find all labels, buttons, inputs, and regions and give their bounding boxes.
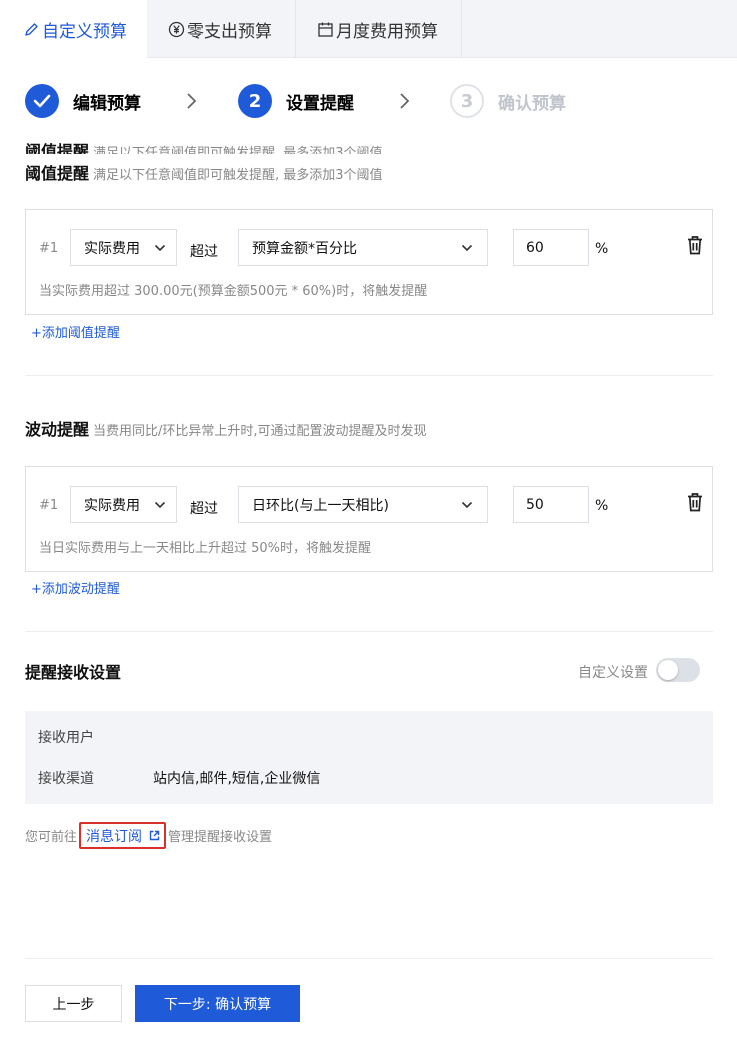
next-step-button[interactable]: 下一步: 确认预算: [135, 985, 300, 1022]
percent-input[interactable]: 50: [513, 486, 589, 523]
chevron-down-icon: [461, 244, 473, 252]
divider: [25, 375, 713, 376]
threshold-rule-card: #1 实际费用 超过 预算金额*百分比 60 % 当实际费用超过 300.00元…: [25, 209, 713, 315]
custom-setting-label: 自定义设置: [578, 665, 648, 681]
rule-index: #1: [39, 241, 59, 256]
threshold-heading-clipped: 阈值提醒 满足以下任意阈值即可触发提醒, 最多添加3个阈值: [25, 138, 383, 154]
section-title: 阈值提醒: [25, 164, 90, 183]
divider: [25, 631, 713, 632]
trash-icon[interactable]: [686, 235, 704, 255]
add-threshold-link[interactable]: +添加阈值提醒: [31, 322, 120, 341]
step-number: 2: [238, 84, 272, 118]
tab-label: 零支出预算: [187, 21, 272, 42]
receive-users-label: 接收用户: [38, 730, 94, 746]
fluctuation-heading: 波动提醒 当费用同比/环比异常上升时,可通过配置波动提醒及时发现: [25, 416, 427, 440]
subscription-note: 您可前往 消息订阅 管理提醒接收设置: [25, 822, 272, 849]
external-link-icon: [149, 830, 160, 841]
select-value: 实际费用: [84, 497, 140, 514]
input-value: 60: [526, 239, 544, 256]
receive-channels-value: 站内信,邮件,短信,企业微信: [153, 771, 321, 787]
section-desc: 当费用同比/环比异常上升时,可通过配置波动提醒及时发现: [93, 424, 427, 439]
rule-hint: 当实际费用超过 300.00元(预算金额500元 * 60%)时，将触发提醒: [39, 284, 428, 299]
percent-input[interactable]: 60: [513, 229, 589, 266]
step-number: 3: [450, 84, 484, 118]
cost-type-select[interactable]: 实际费用: [70, 229, 177, 266]
pencil-icon: [22, 21, 40, 39]
rule-index: #1: [39, 498, 59, 513]
cost-type-select[interactable]: 实际费用: [70, 486, 177, 523]
section-title: 波动提醒: [25, 420, 90, 439]
over-label: 超过: [190, 244, 218, 260]
calendar-icon: [316, 20, 334, 38]
tab-monthly-budget[interactable]: 月度费用预算: [296, 0, 462, 58]
budget-type-tabs: 自定义预算 零支出预算 月度费用预算: [0, 0, 737, 59]
condition-select[interactable]: 预算金额*百分比: [238, 229, 488, 266]
chevron-down-icon: [154, 244, 166, 252]
chevron-right-icon: [187, 93, 197, 109]
tab-label: 自定义预算: [42, 22, 127, 42]
section-desc: 满足以下任意阈值即可触发提醒, 最多添加3个阈值: [93, 146, 383, 154]
message-subscription-link[interactable]: 消息订阅: [79, 822, 167, 849]
yen-circle-icon: [167, 20, 185, 38]
percent-unit: %: [595, 241, 609, 257]
step-label: 设置提醒: [286, 93, 354, 114]
section-title: 阈值提醒: [25, 142, 90, 154]
select-value: 实际费用: [84, 240, 140, 257]
rule-hint: 当日实际费用与上一天相比上升超过 50%时，将触发提醒: [39, 541, 372, 556]
chevron-down-icon: [461, 501, 473, 509]
trash-icon[interactable]: [686, 492, 704, 512]
tab-custom-budget[interactable]: 自定义预算: [0, 0, 147, 59]
note-prefix: 您可前往: [25, 830, 78, 845]
receive-settings-title: 提醒接收设置: [25, 663, 122, 682]
check-icon: [25, 84, 59, 118]
divider: [25, 958, 713, 959]
tab-zero-spend-budget[interactable]: 零支出预算: [147, 0, 296, 58]
toggle-knob: [658, 660, 678, 680]
input-value: 50: [526, 496, 544, 513]
step-confirm-budget: 3 确认预算: [450, 84, 566, 118]
chevron-right-icon: [400, 93, 410, 109]
section-desc: 满足以下任意阈值即可触发提醒, 最多添加3个阈值: [93, 168, 383, 183]
link-label: 消息订阅: [86, 828, 143, 845]
receive-info-panel: 接收用户 接收渠道 站内信,邮件,短信,企业微信: [25, 711, 713, 804]
chevron-down-icon: [154, 501, 166, 509]
select-value: 预算金额*百分比: [252, 240, 357, 257]
percent-unit: %: [595, 498, 609, 514]
threshold-heading: 阈值提醒 满足以下任意阈值即可触发提醒, 最多添加3个阈值: [25, 160, 383, 184]
add-fluctuation-link[interactable]: +添加波动提醒: [31, 578, 120, 597]
previous-step-button[interactable]: 上一步: [25, 985, 122, 1022]
select-value: 日环比(与上一天相比): [252, 497, 389, 514]
step-label: 确认预算: [498, 93, 566, 114]
receive-channels-label: 接收渠道: [38, 771, 94, 787]
fluctuation-rule-card: #1 实际费用 超过 日环比(与上一天相比) 50 % 当日实际费用与上一天相比…: [25, 466, 713, 572]
note-suffix: 管理提醒接收设置: [168, 830, 273, 845]
step-label: 编辑预算: [73, 93, 141, 114]
custom-setting-toggle[interactable]: [656, 658, 700, 682]
over-label: 超过: [190, 501, 218, 517]
step-edit-budget: 编辑预算: [25, 84, 141, 118]
tab-label: 月度费用预算: [336, 21, 438, 42]
condition-select[interactable]: 日环比(与上一天相比): [238, 486, 488, 523]
step-set-reminder: 2 设置提醒: [238, 84, 354, 118]
